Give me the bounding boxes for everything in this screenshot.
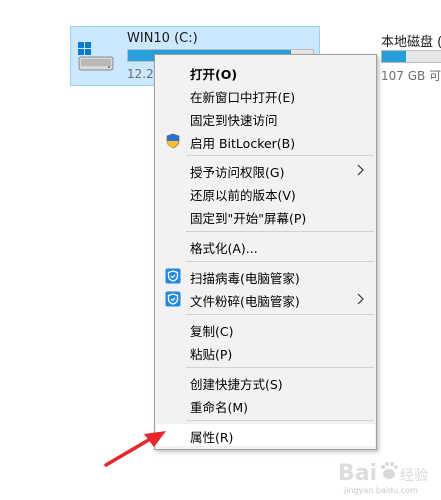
menu-item-format[interactable]: 格式化(A)... — [156, 235, 375, 257]
svg-text:Bai: Bai — [338, 461, 377, 486]
menu-item-create-shortcut[interactable]: 创建快捷方式(S) — [156, 371, 375, 393]
menu-item-label: 属性(R) — [190, 430, 234, 445]
menu-separator — [186, 367, 374, 368]
red-arrow-annotation — [104, 431, 166, 467]
svg-text:经验: 经验 — [400, 468, 428, 484]
drive-d-space-info: 107 GB 可用 — [381, 69, 441, 83]
drive-c-space-info: 12.2 — [127, 67, 154, 81]
menu-item-grant-access[interactable]: 授予访问权限(G) — [156, 159, 375, 181]
menu-item-label: 复制(C) — [190, 324, 234, 339]
menu-item-restore-versions[interactable]: 还原以前的版本(V) — [156, 182, 375, 204]
menu-separator — [186, 314, 374, 315]
menu-item-label: 创建快捷方式(S) — [190, 377, 283, 392]
tencent-shield-icon — [165, 268, 181, 284]
menu-item-label: 授予访问权限(G) — [190, 165, 285, 180]
menu-item-label: 启用 BitLocker(B) — [190, 136, 296, 151]
menu-item-label: 重命名(M) — [190, 400, 249, 415]
context-menu: 打开(O) 在新窗口中打开(E) 固定到快速访问 启用 BitLocker(B)… — [154, 54, 377, 450]
menu-item-label: 还原以前的版本(V) — [190, 188, 296, 203]
chevron-right-icon — [357, 164, 364, 176]
menu-item-label: 在新窗口中打开(E) — [190, 90, 296, 105]
drive-d-name: 本地磁盘 (D — [381, 35, 441, 50]
menu-item-rename[interactable]: 重命名(M) — [156, 394, 375, 416]
menu-item-pin-quick-access[interactable]: 固定到快速访问 — [156, 107, 375, 129]
menu-item-file-shred[interactable]: 文件粉碎(电脑管家) — [156, 288, 375, 310]
menu-item-copy[interactable]: 复制(C) — [156, 318, 375, 340]
watermark-url: jingyan.baidu.com — [344, 486, 418, 495]
menu-item-open[interactable]: 打开(O) — [156, 61, 375, 83]
menu-item-paste[interactable]: 粘贴(P) — [156, 341, 375, 363]
menu-item-pin-start[interactable]: 固定到"开始"屏幕(P) — [156, 205, 375, 227]
drive-d-usage-bar — [381, 50, 441, 63]
menu-item-scan-virus[interactable]: 扫描病毒(电脑管家) — [156, 265, 375, 287]
shield-uac-icon — [166, 133, 180, 149]
menu-item-bitlocker[interactable]: 启用 BitLocker(B) — [156, 130, 375, 152]
menu-separator — [186, 420, 374, 421]
chevron-right-icon — [357, 293, 364, 305]
hard-drive-icon — [78, 42, 114, 71]
menu-item-label: 固定到"开始"屏幕(P) — [190, 211, 307, 226]
menu-item-label: 扫描病毒(电脑管家) — [190, 271, 300, 286]
drive-d-usage-fill — [382, 51, 406, 62]
menu-separator — [186, 261, 374, 262]
menu-item-label: 格式化(A)... — [190, 241, 258, 256]
menu-item-label: 粘贴(P) — [190, 347, 233, 362]
menu-separator — [186, 231, 374, 232]
menu-item-properties[interactable]: 属性(R) — [156, 424, 375, 446]
tencent-shield-icon — [165, 291, 181, 307]
menu-item-open-new-window[interactable]: 在新窗口中打开(E) — [156, 84, 375, 106]
menu-item-label: 打开(O) — [190, 67, 238, 82]
menu-separator — [186, 155, 374, 156]
menu-item-label: 文件粉碎(电脑管家) — [190, 294, 300, 309]
drive-c-name: WIN10 (C:) — [127, 31, 198, 46]
menu-item-label: 固定到快速访问 — [190, 113, 278, 128]
